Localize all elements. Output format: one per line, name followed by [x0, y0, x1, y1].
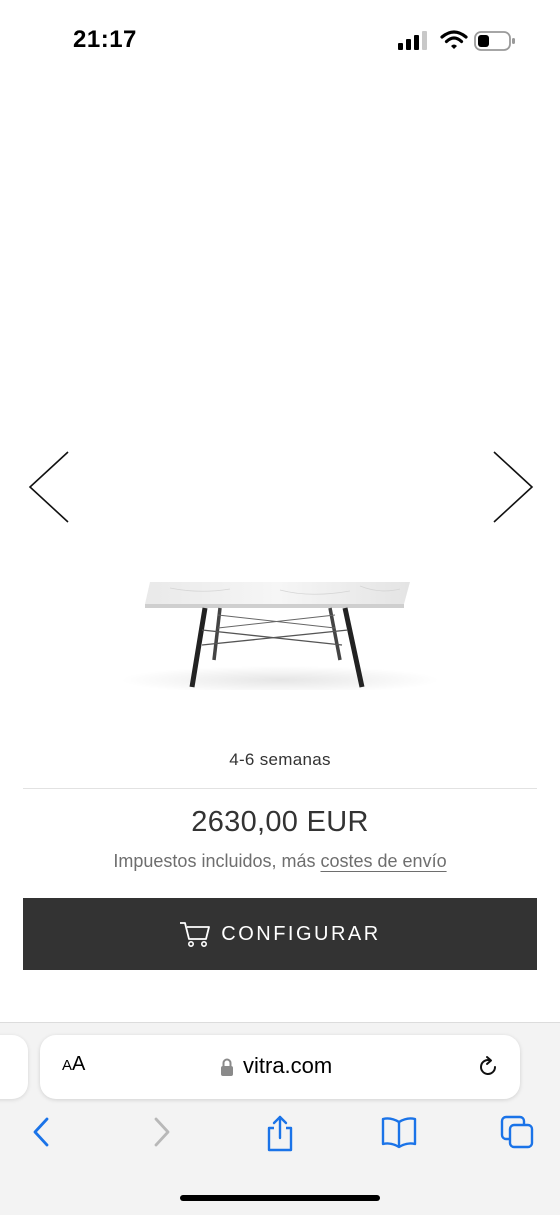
status-bar: 21:17 — [0, 0, 560, 80]
home-indicator — [180, 1195, 380, 1201]
chevron-left-icon[interactable] — [26, 450, 74, 524]
chevron-right-icon[interactable] — [488, 450, 536, 524]
tabs-icon[interactable] — [500, 1115, 536, 1151]
url-text: vitra.com — [243, 1053, 333, 1078]
signal-icon — [398, 31, 427, 50]
browser-toolbar — [0, 1115, 560, 1155]
page-settings-button[interactable]: AA — [62, 1053, 85, 1076]
divider — [23, 788, 537, 789]
share-icon[interactable] — [264, 1115, 296, 1153]
bookmarks-icon[interactable] — [380, 1115, 418, 1149]
product-price: 2630,00 EUR — [191, 806, 369, 838]
product-image — [120, 582, 440, 690]
product-carousel — [0, 420, 560, 690]
address-bar[interactable]: AA vitra.com — [40, 1035, 520, 1099]
battery-icon — [474, 31, 515, 51]
configure-button[interactable]: CONFIGURAR — [23, 898, 537, 970]
reload-icon[interactable] — [476, 1055, 500, 1079]
shipping-costs-link[interactable]: costes de envío — [321, 851, 447, 871]
tax-info: Impuestos incluidos, más costes de envío — [0, 851, 560, 872]
status-icons — [398, 30, 518, 54]
back-icon[interactable] — [30, 1115, 52, 1149]
delivery-time: 4-6 semanas — [229, 750, 331, 769]
status-time: 21:17 — [73, 26, 137, 53]
forward-icon[interactable] — [151, 1115, 173, 1149]
previous-tab-preview[interactable] — [0, 1035, 28, 1099]
wifi-icon — [440, 30, 468, 49]
cart-icon — [180, 922, 211, 947]
configure-label: CONFIGURAR — [221, 922, 381, 945]
lock-icon — [221, 1058, 233, 1076]
tax-text: Impuestos incluidos, más — [113, 851, 321, 871]
browser-bottom-bar: AA vitra.com — [0, 1022, 560, 1215]
